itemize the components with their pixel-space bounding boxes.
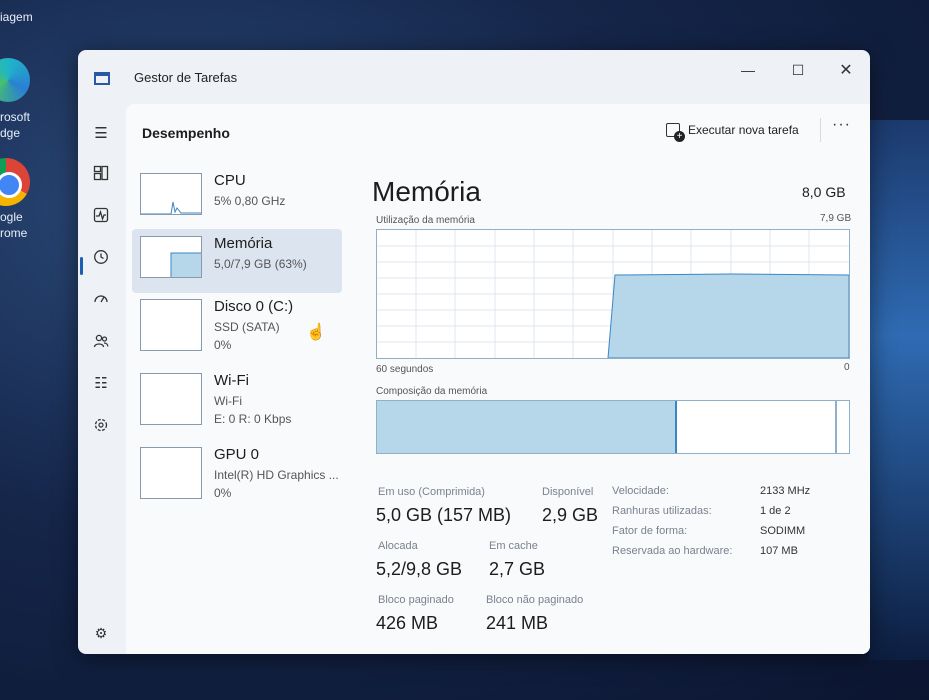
device-name: Memória xyxy=(214,235,273,252)
device-sub: 5% 0,80 GHz xyxy=(214,194,286,208)
device-name: CPU xyxy=(214,172,246,189)
settings-icon[interactable]: ⚙ xyxy=(90,622,112,644)
in-use-label: Em uso (Comprimida) xyxy=(378,486,485,498)
usage-graph-svg xyxy=(377,230,850,359)
close-button[interactable]: ✕ xyxy=(826,56,866,84)
minimize-button[interactable]: — xyxy=(728,56,768,84)
nonpaged-pool-value: 241 MB xyxy=(486,613,549,633)
edge-label-1: rosoft xyxy=(0,110,31,124)
sidebar-nav: ☰ ☷ ⚙ xyxy=(78,104,126,654)
task-manager-app-icon xyxy=(94,72,110,85)
performance-icon[interactable] xyxy=(90,204,112,226)
slots-value: 1 de 2 xyxy=(760,505,791,517)
edge-icon[interactable] xyxy=(0,58,30,102)
details-icon[interactable]: ☷ xyxy=(90,372,112,394)
usage-graph-max: 7,9 GB xyxy=(820,213,852,224)
committed-label: Alocada xyxy=(378,540,418,552)
device-cpu[interactable]: CPU 5% 0,80 GHz xyxy=(132,166,342,230)
cached-label: Em cache xyxy=(489,540,538,552)
header-divider xyxy=(820,118,821,142)
usage-graph-label: Utilização da memória xyxy=(376,215,475,226)
desktop-text-top: iagem xyxy=(0,10,33,24)
hamburger-icon[interactable]: ☰ xyxy=(90,122,112,144)
speed-value: 2133 MHz xyxy=(760,485,811,497)
users-icon[interactable] xyxy=(90,330,112,352)
device-sub: 5,0/7,9 GB (63%) xyxy=(214,257,307,271)
memory-title: Memória xyxy=(372,176,481,207)
available-label: Disponível xyxy=(542,486,594,498)
cached-value: 2,7 GB xyxy=(489,559,546,579)
wifi-thumbnail-graph xyxy=(140,373,202,425)
paged-pool-label: Bloco paginado xyxy=(378,594,454,606)
slots-key: Ranhuras utilizadas: xyxy=(612,505,712,517)
form-factor-value: SODIMM xyxy=(760,525,806,537)
more-options-button[interactable]: ··· xyxy=(832,116,851,134)
history-icon[interactable] xyxy=(90,246,112,268)
device-sub: Wi-Fi xyxy=(214,394,242,408)
memory-composition-bar xyxy=(376,400,850,454)
nonpaged-pool-label: Bloco não paginado xyxy=(486,594,584,606)
edge-label-2: dge xyxy=(0,126,21,140)
hardware-reserved-value: 107 MB xyxy=(760,545,798,557)
cpu-thumbnail-graph xyxy=(140,173,202,215)
hardware-reserved-key: Reservada ao hardware: xyxy=(612,545,733,557)
speed-key: Velocidade: xyxy=(612,485,669,497)
performance-panel: Desempenho Executar nova tarefa ··· CPU … xyxy=(126,104,870,654)
device-name: Wi-Fi xyxy=(214,372,249,389)
device-memory[interactable]: Memória 5,0/7,9 GB (63%) xyxy=(132,229,342,293)
device-sub2: 0% xyxy=(214,338,232,352)
active-nav-indicator xyxy=(80,257,83,275)
memory-usage-graph xyxy=(376,229,850,359)
window-title: Gestor de Tarefas xyxy=(134,70,238,85)
chrome-label-1: ogle xyxy=(0,210,23,224)
hand-cursor-icon: ☝ xyxy=(306,324,326,341)
available-value: 2,9 GB xyxy=(542,505,599,525)
time-axis-right: 0 xyxy=(844,362,850,373)
composition-in-use xyxy=(377,401,677,453)
in-use-value: 5,0 GB (157 MB) xyxy=(376,505,512,525)
device-sub: SSD (SATA) xyxy=(214,320,280,334)
run-new-task-button[interactable]: Executar nova tarefa xyxy=(666,118,799,142)
disk-thumbnail-graph xyxy=(140,299,202,351)
run-task-label: Executar nova tarefa xyxy=(688,123,799,137)
composition-label: Composição da memória xyxy=(376,386,488,397)
chrome-icon[interactable] xyxy=(0,158,30,206)
composition-standby xyxy=(835,401,837,453)
form-factor-key: Fator de forma: xyxy=(612,525,688,537)
device-sub2: 0% xyxy=(214,486,232,500)
chrome-label-2: rome xyxy=(0,226,28,240)
committed-value: 5,2/9,8 GB xyxy=(376,559,463,579)
maximize-button[interactable]: ☐ xyxy=(778,56,818,84)
services-icon[interactable] xyxy=(90,414,112,436)
device-wifi[interactable]: Wi-Fi Wi-Fi E: 0 R: 0 Kbps xyxy=(132,366,342,430)
page-title: Desempenho xyxy=(142,125,230,141)
processes-icon[interactable] xyxy=(90,162,112,184)
title-bar[interactable]: Gestor de Tarefas — ☐ ✕ xyxy=(78,50,870,104)
device-name: GPU 0 xyxy=(214,446,260,463)
task-manager-window: Gestor de Tarefas — ☐ ✕ ☰ ☷ ⚙ Desempenho xyxy=(78,50,870,654)
device-sub2: E: 0 R: 0 Kbps xyxy=(214,412,292,426)
device-sub: Intel(R) HD Graphics ... xyxy=(214,468,339,482)
memory-thumbnail-graph xyxy=(140,236,202,278)
device-name: Disco 0 (C:) xyxy=(214,298,294,315)
startup-icon[interactable] xyxy=(90,288,112,310)
gpu-thumbnail-graph xyxy=(140,447,202,499)
memory-total: 8,0 GB xyxy=(802,184,846,200)
device-gpu[interactable]: GPU 0 Intel(R) HD Graphics ... 0% xyxy=(132,440,342,504)
paged-pool-value: 426 MB xyxy=(376,613,439,633)
panel-header: Desempenho Executar nova tarefa ··· xyxy=(126,104,870,156)
desktop-wallpaper-art xyxy=(869,120,929,660)
run-task-icon xyxy=(666,123,685,142)
time-axis-left: 60 segundos xyxy=(376,364,434,375)
